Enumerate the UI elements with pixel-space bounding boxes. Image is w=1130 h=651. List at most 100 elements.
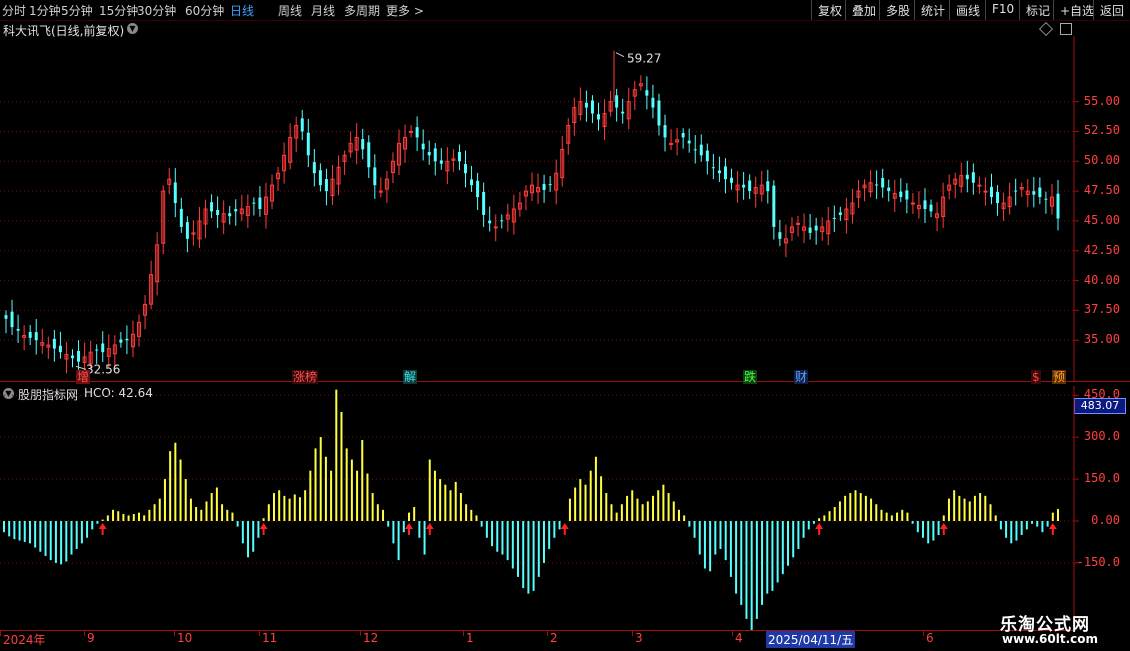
candle-body-down xyxy=(832,217,836,219)
date-tick-label: 11 xyxy=(262,631,278,645)
panel-toggle-icon[interactable] xyxy=(1060,23,1072,35)
date-tick-label: 10 xyxy=(177,631,193,645)
period-tab[interactable]: 更多 > xyxy=(386,2,424,19)
buy-arrow-icon xyxy=(560,523,569,536)
period-tab[interactable]: 月线 xyxy=(311,2,335,19)
indicator-tick-label: -150.0 xyxy=(1076,554,1120,569)
date-tick xyxy=(84,631,85,636)
diamond-icon[interactable] xyxy=(1038,21,1054,37)
period-tab[interactable]: 15分钟 xyxy=(99,2,138,19)
candle-body-down xyxy=(748,180,752,192)
candle-body-up xyxy=(983,190,988,193)
toolbar-button[interactable]: 统计 xyxy=(914,0,949,20)
date-tick xyxy=(732,631,733,636)
candle-body-down xyxy=(687,140,691,144)
price-tick-label: 40.00 xyxy=(1083,272,1120,287)
candle-body-down xyxy=(766,181,770,192)
candle-body-down xyxy=(58,345,62,353)
candle-body-down xyxy=(645,90,649,96)
candle-body-down xyxy=(548,184,552,186)
period-tab[interactable]: 1分钟 xyxy=(29,2,61,19)
indicator-y-axis: 450.0 300.0 150.0 0.00 -150.0 xyxy=(1074,386,1130,630)
candle-body-down xyxy=(101,343,105,353)
event-tag[interactable]: 解 xyxy=(403,370,418,384)
hco-indicator-chart[interactable] xyxy=(0,386,1130,630)
event-tag[interactable]: 涨榜 xyxy=(292,370,319,384)
period-tab[interactable]: 多周期 xyxy=(344,2,380,19)
period-tab[interactable]: 周线 xyxy=(278,2,302,19)
candle-body-down xyxy=(367,142,371,168)
period-tab[interactable]: 60分钟 xyxy=(185,2,224,19)
candle-body-down xyxy=(457,151,461,162)
candle-body-down xyxy=(488,220,492,224)
price-tick-label: 45.00 xyxy=(1083,212,1120,227)
event-tag[interactable]: 跌 xyxy=(743,370,758,384)
date-axis xyxy=(0,630,1074,651)
toolbar-button[interactable]: +自选 xyxy=(1053,0,1094,20)
candle-body-down xyxy=(433,148,437,162)
cursor-date: 2025/04/11/五 xyxy=(766,631,856,648)
high-price-label: 59.27 xyxy=(627,52,661,66)
period-tab[interactable]: 分时 xyxy=(2,2,26,19)
candle-body-down xyxy=(300,118,304,132)
candle-body-down xyxy=(597,114,601,120)
period-tab[interactable]: 5分钟 xyxy=(61,2,93,19)
toolbar-button[interactable]: 多股 xyxy=(879,0,914,20)
candle-body-down xyxy=(439,160,443,164)
high-pointer xyxy=(615,52,625,58)
candle-body-down xyxy=(584,102,588,108)
event-tag[interactable]: $ xyxy=(1031,370,1041,384)
date-tick xyxy=(923,631,924,636)
candle-body-down xyxy=(808,227,812,233)
toolbar-button[interactable]: 返回 xyxy=(1093,0,1130,20)
candle-body-down xyxy=(463,164,467,174)
candle-body-up xyxy=(493,226,498,229)
candle-body-down xyxy=(881,178,885,188)
candle-body-down xyxy=(28,331,32,338)
candle-body-down xyxy=(590,100,594,114)
buy-arrow-icon xyxy=(259,523,268,536)
candle-body-down xyxy=(361,139,365,150)
candle-body-down xyxy=(71,355,75,359)
toolbar-button[interactable]: 叠加 xyxy=(845,0,879,20)
event-tag[interactable]: 预 xyxy=(1052,370,1067,384)
candle-body-down xyxy=(772,185,776,227)
price-tick-label: 37.50 xyxy=(1083,302,1120,317)
candle-body-down xyxy=(657,100,661,126)
candle-body-down xyxy=(778,232,782,239)
price-tick-label: 52.50 xyxy=(1083,123,1120,138)
chevron-down-icon[interactable]: ▼ xyxy=(127,23,138,34)
toolbar-button[interactable]: F10 xyxy=(985,0,1019,20)
candle-body-down xyxy=(681,133,685,138)
event-tag[interactable]: 增 xyxy=(76,370,91,384)
indicator-tick-label: 300.0 xyxy=(1083,429,1120,444)
candle-body-down xyxy=(185,222,189,239)
toolbar-button[interactable]: 复权 xyxy=(811,0,845,20)
price-tick-label: 55.00 xyxy=(1083,93,1120,108)
watermark-url: www.60lt.com xyxy=(1002,632,1099,646)
candle-body-down xyxy=(252,202,256,204)
candle-body-down xyxy=(989,186,993,198)
candle-body-down xyxy=(899,191,903,198)
candle-body-down xyxy=(693,149,697,151)
period-tab[interactable]: 30分钟 xyxy=(137,2,176,19)
toolbar-button[interactable]: 标记 xyxy=(1019,0,1053,20)
buy-arrow-icon xyxy=(425,523,434,536)
candle-body-down xyxy=(663,125,667,138)
candle-body-down xyxy=(923,200,927,209)
candle-body-down xyxy=(95,349,99,351)
candle-body-down xyxy=(651,97,655,108)
candle-body-down xyxy=(216,210,220,215)
candle-body-up xyxy=(409,130,414,133)
price-chart[interactable]: 59.27 32.56 xyxy=(0,36,1130,382)
candle-body-down xyxy=(965,174,969,180)
period-tab[interactable]: 日线 xyxy=(230,2,254,19)
candle-body-down xyxy=(173,182,177,204)
candle-body-down xyxy=(838,212,842,215)
toolbar-button[interactable]: 画线 xyxy=(949,0,985,20)
event-tag[interactable]: 财 xyxy=(794,370,809,384)
candle-body-down xyxy=(470,179,474,186)
candle-body-down xyxy=(4,315,8,319)
candle-body-down xyxy=(52,338,56,349)
date-tick-label: 4 xyxy=(735,631,743,645)
